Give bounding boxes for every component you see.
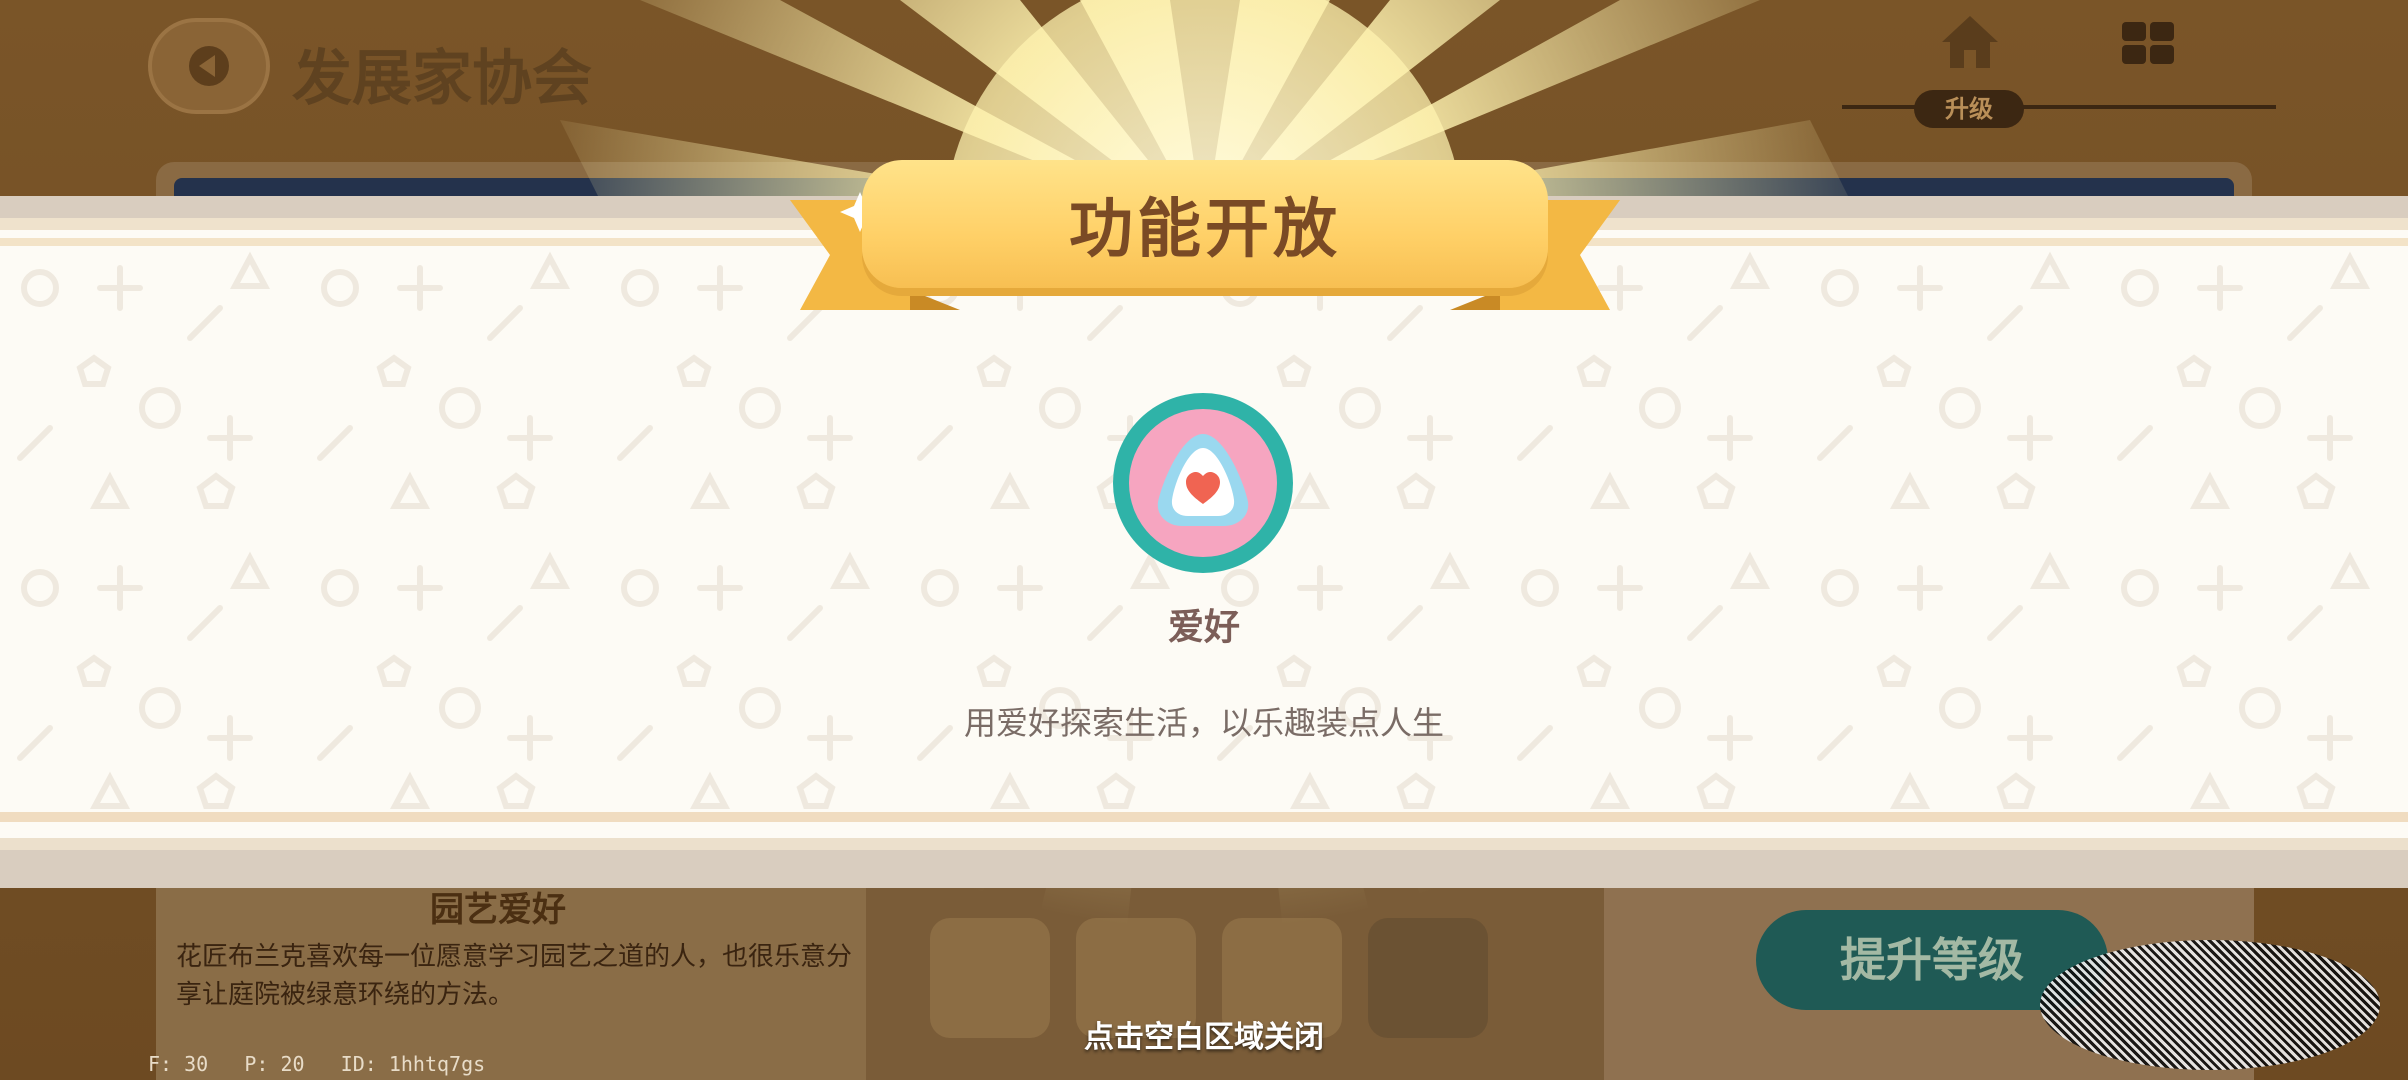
tab-upgrade[interactable]: 升级 xyxy=(1914,90,2024,128)
section-description: 花匠布兰克喜欢每一位愿意学习园艺之道的人，也很乐意分享让庭院被绿意环绕的方法。 xyxy=(176,942,853,1010)
grid-icon[interactable] xyxy=(2122,22,2174,64)
back-button[interactable] xyxy=(148,18,270,114)
ribbon-title: 功能开放 xyxy=(862,160,1548,288)
section-title: 园艺爱好 xyxy=(430,890,566,930)
banner-border-bottom xyxy=(0,838,2408,850)
tab-underline xyxy=(1842,105,2276,109)
page-title: 发展家协会 xyxy=(292,44,592,114)
banner-border-bottom-inner xyxy=(0,812,2408,822)
debug-info: F: 30 P: 20 ID: 1hhtq7gs xyxy=(148,1052,486,1076)
back-arrow-icon xyxy=(189,46,229,86)
feature-name: 爱好 xyxy=(1167,607,1240,648)
feature-description: 用爱好探索生活，以乐趣装点人生 xyxy=(963,704,1444,742)
obscured-region xyxy=(2040,940,2380,1070)
home-icon[interactable] xyxy=(1940,14,2000,70)
close-hint[interactable]: 点击空白区域关闭 xyxy=(904,1012,1504,1056)
heart-badge-icon xyxy=(1113,393,1293,573)
